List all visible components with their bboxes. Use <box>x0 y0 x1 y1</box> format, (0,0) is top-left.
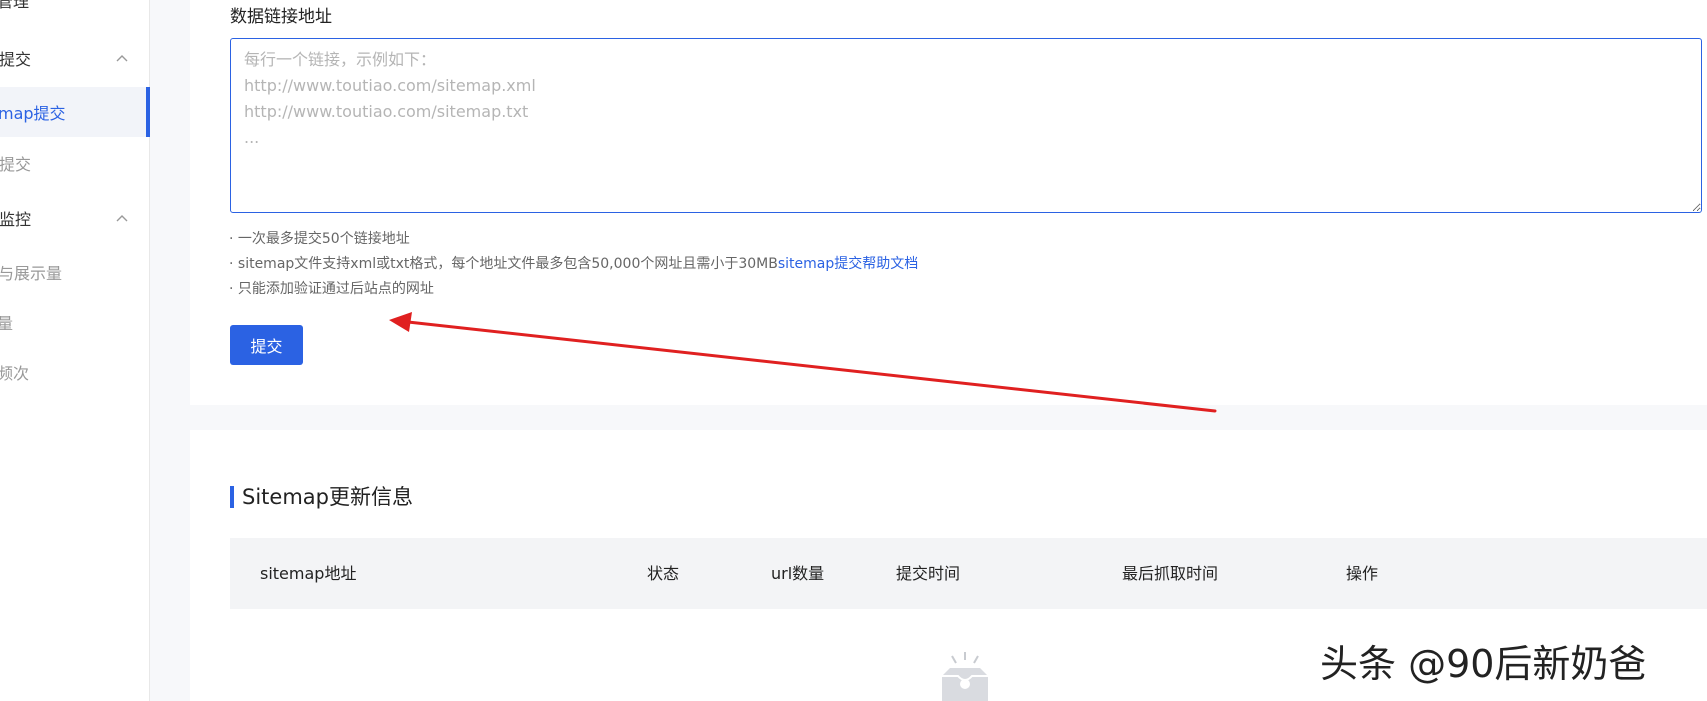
table-header: sitemap地址 状态 url数量 提交时间 最后抓取时间 操作 <box>230 538 1707 609</box>
column-header-submit-time: 提交时间 <box>896 564 961 583</box>
sidebar-item-label: 量 <box>0 314 14 333</box>
sidebar-item-impressions[interactable]: 与展示量 <box>0 247 150 297</box>
column-header-url-count: url数量 <box>771 564 825 583</box>
sidebar: 管理 提交 map提交 提交 监控 与展示量 量 频次 <box>0 0 150 701</box>
page-root: 管理 提交 map提交 提交 监控 与展示量 量 频次 数据链接地址 每行一个链… <box>0 0 1707 701</box>
sidebar-item-label: map提交 <box>0 104 66 123</box>
sidebar-item-sitemap-submit[interactable]: map提交 <box>0 87 150 137</box>
sidebar-group-monitor[interactable]: 监控 <box>0 193 150 243</box>
sidebar-item-volume[interactable]: 量 <box>0 297 150 347</box>
sidebar-item-label: 管理 <box>0 0 30 11</box>
help-doc-link[interactable]: sitemap提交帮助文档 <box>778 256 918 272</box>
column-header-sitemap-url: sitemap地址 <box>260 564 357 583</box>
sidebar-group-submit[interactable]: 提交 <box>0 33 150 83</box>
sidebar-item-label: 频次 <box>0 364 30 383</box>
active-indicator <box>146 87 150 137</box>
note-text: · sitemap文件支持xml或txt格式，每个地址文件最多包含50,000个… <box>229 256 778 272</box>
empty-inbox-icon <box>942 652 988 701</box>
section-title: Sitemap更新信息 <box>230 486 413 508</box>
column-header-actions: 操作 <box>1346 564 1379 583</box>
sidebar-item-manage[interactable]: 管理 <box>0 0 150 25</box>
sidebar-item-label: 监控 <box>0 210 32 229</box>
submit-notes: · 一次最多提交50个链接地址 · sitemap文件支持xml或txt格式，每… <box>229 227 918 302</box>
submit-button[interactable]: 提交 <box>230 325 303 365</box>
sidebar-item-label: 与展示量 <box>0 264 63 283</box>
sidebar-item-label: 提交 <box>0 50 32 69</box>
chevron-up-icon <box>116 55 128 62</box>
sidebar-item-submit[interactable]: 提交 <box>0 138 150 188</box>
column-header-status: 状态 <box>647 564 680 583</box>
sidebar-item-frequency[interactable]: 频次 <box>0 347 150 397</box>
note-line: · 一次最多提交50个链接地址 <box>229 231 410 247</box>
sidebar-item-label: 提交 <box>0 155 32 174</box>
field-label: 数据链接地址 <box>230 7 332 27</box>
watermark: 头条 @90后新奶爸 <box>1320 642 1647 686</box>
links-textarea[interactable] <box>230 38 1702 213</box>
note-line: · sitemap文件支持xml或txt格式，每个地址文件最多包含50,000个… <box>229 252 918 277</box>
column-header-last-crawl-time: 最后抓取时间 <box>1122 564 1219 583</box>
note-line: · 只能添加验证通过后站点的网址 <box>229 281 434 297</box>
chevron-up-icon <box>116 215 128 222</box>
